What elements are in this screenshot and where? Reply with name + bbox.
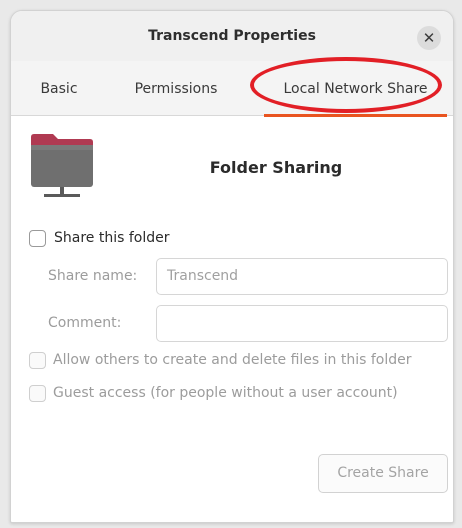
tab-local-network-share[interactable]: Local Network Share xyxy=(264,61,447,117)
comment-field[interactable] xyxy=(156,305,448,342)
share-folder-label[interactable]: Share this folder xyxy=(54,230,170,246)
tab-basic[interactable]: Basic xyxy=(31,61,87,116)
tab-bar: Basic Permissions Local Network Share xyxy=(11,61,453,117)
title-bar[interactable]: Transcend Properties ✕ xyxy=(11,11,453,61)
tab-local-network-share-label: Local Network Share xyxy=(283,81,428,97)
folder-sharing-heading: Folder Sharing xyxy=(209,158,343,177)
guest-access-label[interactable]: Guest access (for people without a user … xyxy=(53,385,398,401)
properties-dialog: Transcend Properties ✕ Basic Permissions… xyxy=(10,10,454,523)
guest-access-checkbox[interactable] xyxy=(29,385,46,402)
create-share-button[interactable]: Create Share xyxy=(318,454,448,493)
share-name-label: Share name: xyxy=(48,268,138,284)
network-folder-icon xyxy=(31,134,93,197)
window-title: Transcend Properties xyxy=(148,28,316,44)
allow-others-checkbox[interactable] xyxy=(29,352,46,369)
share-name-field[interactable]: Transcend xyxy=(156,258,448,295)
comment-label: Comment: xyxy=(48,315,122,331)
active-tab-indicator xyxy=(264,114,447,117)
allow-others-label[interactable]: Allow others to create and delete files … xyxy=(53,352,412,368)
share-folder-checkbox[interactable] xyxy=(29,230,46,247)
tab-permissions[interactable]: Permissions xyxy=(123,61,229,116)
close-icon: ✕ xyxy=(422,29,436,47)
close-button[interactable]: ✕ xyxy=(417,26,441,50)
